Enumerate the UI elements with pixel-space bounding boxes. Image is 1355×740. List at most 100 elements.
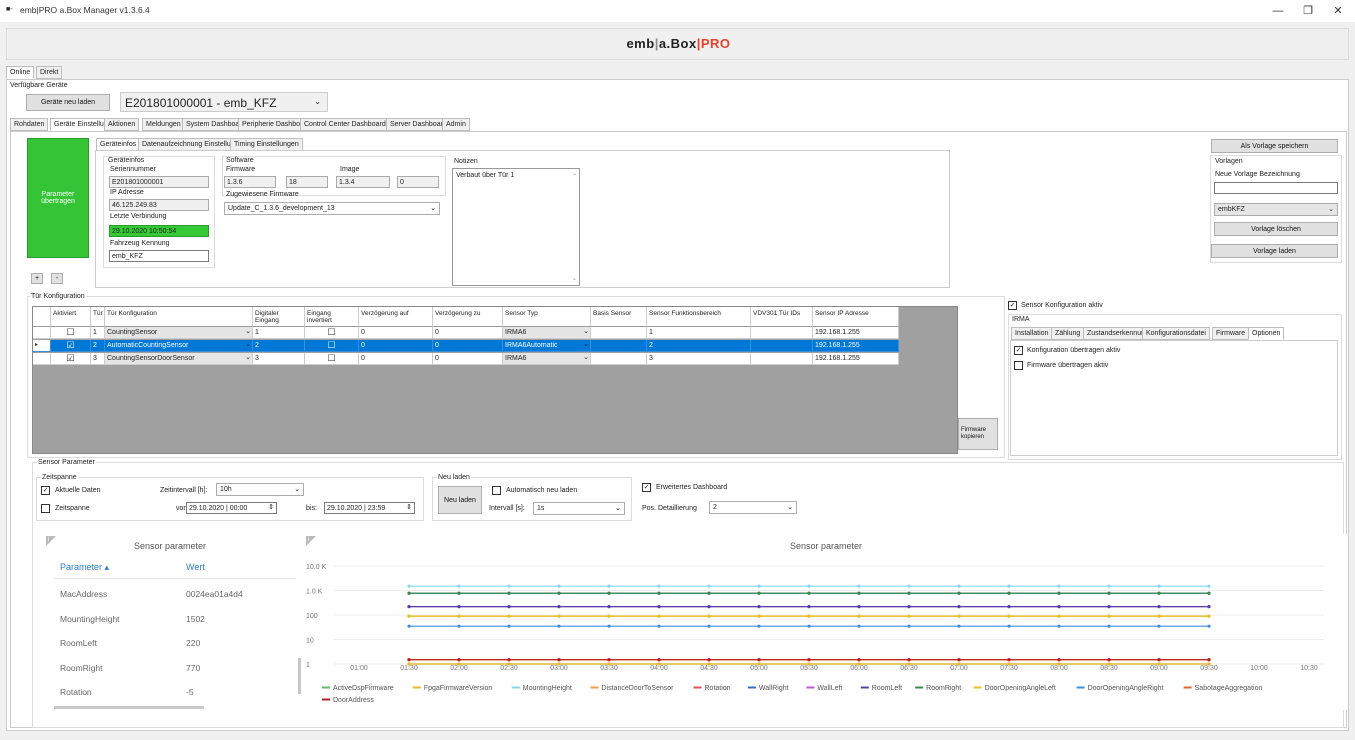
data-point[interactable]	[407, 614, 411, 618]
data-point[interactable]	[557, 591, 561, 595]
list-item[interactable]: MacAddress 0024ea01a4d4	[60, 582, 292, 606]
close-button[interactable]: ✕	[1324, 3, 1352, 19]
data-point[interactable]	[707, 591, 711, 595]
data-point[interactable]	[957, 605, 961, 609]
data-point[interactable]	[957, 614, 961, 618]
remove-door-button[interactable]: -	[51, 273, 63, 284]
data-point[interactable]	[1207, 614, 1211, 618]
data-point[interactable]	[1057, 591, 1061, 595]
grid-header-4[interactable]: Digitaler Eingang	[253, 307, 305, 327]
data-point[interactable]	[507, 591, 511, 595]
cell-type[interactable]: IRMA6	[503, 353, 591, 365]
to-datetime[interactable]: 29.10.2020 | 23:59 ⇕	[324, 502, 415, 514]
column-header-parameter[interactable]: Parameter ▴	[60, 562, 109, 573]
restore-button[interactable]: ❐	[1294, 3, 1322, 19]
data-point[interactable]	[607, 591, 611, 595]
delete-template-button[interactable]: Vorlage löschen	[1214, 222, 1338, 236]
cell-active[interactable]: ☐	[51, 327, 91, 339]
data-point[interactable]	[907, 605, 911, 609]
data-point[interactable]	[457, 662, 461, 666]
irma-tab-1[interactable]: Zählung	[1051, 327, 1085, 340]
data-point[interactable]	[907, 658, 911, 662]
data-point[interactable]	[457, 584, 461, 588]
list-item[interactable]: MountingHeight 1502	[60, 607, 292, 631]
cell-config[interactable]: AutomaticCountingSensor	[105, 340, 253, 352]
horizontal-scrollbar[interactable]	[54, 706, 204, 709]
data-point[interactable]	[707, 605, 711, 609]
load-template-button[interactable]: Vorlage laden	[1211, 244, 1338, 258]
data-point[interactable]	[807, 624, 811, 628]
data-point[interactable]	[757, 658, 761, 662]
interval-hours-select[interactable]: 10h ⌄	[216, 483, 304, 496]
minimize-button[interactable]: —	[1264, 3, 1292, 19]
data-point[interactable]	[757, 605, 761, 609]
data-point[interactable]	[957, 591, 961, 595]
data-point[interactable]	[507, 614, 511, 618]
list-item[interactable]: Rotation -5	[60, 680, 292, 704]
legend-item[interactable]: FpgaFirmwareVersion	[424, 685, 493, 692]
vertical-scrollbar[interactable]	[298, 658, 301, 694]
data-point[interactable]	[957, 624, 961, 628]
device-select[interactable]: E201801000001 - emb_KFZ ⌄	[120, 92, 328, 112]
data-point[interactable]	[1057, 662, 1061, 666]
data-point[interactable]	[1107, 624, 1111, 628]
data-point[interactable]	[1207, 605, 1211, 609]
pos-detail-select[interactable]: 2 ⌄	[709, 501, 797, 514]
data-point[interactable]	[457, 591, 461, 595]
spinner-icon[interactable]: ⇕	[406, 503, 412, 512]
data-point[interactable]	[457, 605, 461, 609]
grid-header-7[interactable]: Verzögerung zu	[433, 307, 503, 327]
data-point[interactable]	[957, 662, 961, 666]
irma-tab-0[interactable]: Installation	[1011, 327, 1053, 340]
legend-item[interactable]: DoorOpeningAngleLeft	[985, 685, 1056, 692]
data-point[interactable]	[1157, 605, 1161, 609]
legend-item[interactable]: DoorAddress	[333, 697, 374, 704]
data-point[interactable]	[1157, 614, 1161, 618]
data-point[interactable]	[1007, 662, 1011, 666]
data-point[interactable]	[1157, 662, 1161, 666]
new-template-input[interactable]	[1214, 182, 1338, 194]
notes-textarea[interactable]: Verbaut über Tür 1 ⌃ ⌄	[452, 168, 580, 286]
grid-header-6[interactable]: Verzögerung auf	[359, 307, 433, 327]
data-point[interactable]	[1057, 605, 1061, 609]
data-point[interactable]	[607, 605, 611, 609]
cell-inv[interactable]: ☐	[305, 327, 359, 339]
data-point[interactable]	[907, 591, 911, 595]
cell-inv[interactable]: ☐	[305, 353, 359, 365]
add-door-button[interactable]: +	[31, 273, 43, 284]
vehicle-id-field[interactable]: emb_KFZ	[109, 250, 209, 262]
legend-item[interactable]: RoomLeft	[872, 685, 902, 692]
data-point[interactable]	[1057, 658, 1061, 662]
data-point[interactable]	[857, 662, 861, 666]
data-point[interactable]	[607, 662, 611, 666]
grid-header-12[interactable]: Sensor IP Adresse	[813, 307, 899, 327]
copy-firmware-button[interactable]: Firmware kopieren	[958, 418, 998, 450]
data-point[interactable]	[757, 662, 761, 666]
main-tab-6[interactable]: Control Center Dashboard	[300, 118, 390, 131]
data-point[interactable]	[657, 591, 661, 595]
save-template-button[interactable]: Als Vorlage speichern	[1211, 139, 1338, 153]
tab-direkt[interactable]: Direkt	[36, 66, 63, 79]
column-header-value[interactable]: Wert	[186, 562, 205, 572]
row-header[interactable]: ▸	[33, 340, 51, 352]
legend-item[interactable]: DoorOpeningAngleRight	[1088, 685, 1164, 692]
data-point[interactable]	[607, 584, 611, 588]
irma-tab-5[interactable]: Optionen	[1248, 327, 1285, 340]
data-point[interactable]	[1057, 614, 1061, 618]
data-point[interactable]	[1157, 658, 1161, 662]
data-point[interactable]	[857, 605, 861, 609]
data-point[interactable]	[1107, 605, 1111, 609]
data-point[interactable]	[807, 614, 811, 618]
cell-config[interactable]: CountingSensorDoorSensor	[105, 353, 253, 365]
data-point[interactable]	[907, 662, 911, 666]
main-tab-0[interactable]: Rohdaten	[10, 118, 49, 131]
grid-header-3[interactable]: Tür Konfiguration	[105, 307, 253, 327]
data-point[interactable]	[1057, 624, 1061, 628]
table-row[interactable]: ☑ 3 CountingSensorDoorSensor ⌄ 3 ☐ 0 0 IRMA6 ⌄ 3 19…	[33, 353, 899, 366]
reload-button[interactable]: Neu laden	[438, 486, 482, 514]
data-point[interactable]	[857, 658, 861, 662]
data-point[interactable]	[557, 662, 561, 666]
cell-digital[interactable]: 1	[253, 327, 305, 339]
data-point[interactable]	[1007, 584, 1011, 588]
data-point[interactable]	[557, 605, 561, 609]
